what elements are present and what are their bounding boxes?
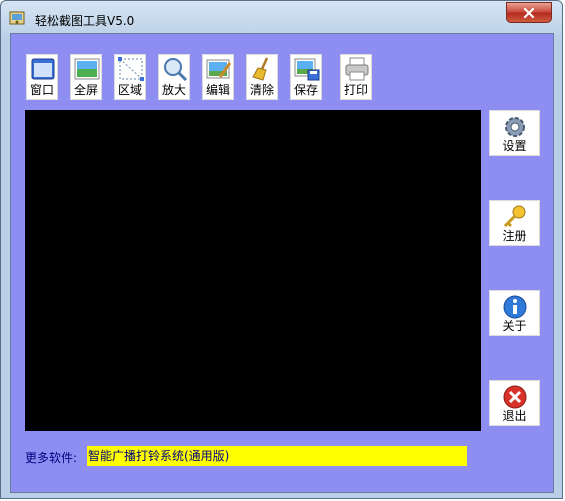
region-capture-label: 区域: [117, 83, 142, 97]
exit-label: 退出: [502, 409, 527, 423]
clear-label: 清除: [249, 83, 274, 97]
main-panel: 窗口 全屏 区域 放大 编辑 清除 保存 打印 设置 注册 关于 退出 更多软件…: [10, 33, 554, 493]
save-image-icon: [294, 58, 320, 81]
fullscreen-icon: [74, 58, 100, 80]
edit-image-icon: [206, 59, 232, 79]
window-capture-button[interactable]: 窗口: [26, 54, 58, 100]
fullscreen-capture-button[interactable]: 全屏: [70, 54, 102, 100]
settings-label: 设置: [502, 139, 527, 153]
edit-label: 编辑: [205, 83, 230, 97]
app-icon: [9, 11, 25, 25]
window-capture-label: 窗口: [29, 83, 54, 97]
about-button[interactable]: 关于: [489, 290, 540, 336]
capture-preview-area[interactable]: [25, 110, 481, 431]
fullscreen-capture-label: 全屏: [73, 83, 98, 97]
print-label: 打印: [343, 83, 368, 97]
magnifier-icon: [164, 58, 188, 81]
broom-icon: [252, 57, 269, 81]
more-software-label: 更多软件:: [25, 451, 78, 465]
close-button[interactable]: [506, 2, 552, 23]
toolbar: 窗口 全屏 区域 放大 编辑 清除 保存 打印: [11, 34, 553, 104]
edit-button[interactable]: 编辑: [202, 54, 234, 100]
region-icon: [118, 57, 144, 81]
close-icon: [523, 7, 535, 18]
window-icon: [31, 58, 55, 80]
title-bar[interactable]: 轻松截图工具V5.0: [1, 1, 562, 33]
register-label: 注册: [502, 229, 527, 243]
zoom-button[interactable]: 放大: [158, 54, 190, 100]
save-label: 保存: [293, 83, 318, 97]
register-button[interactable]: 注册: [489, 200, 540, 246]
zoom-label: 放大: [161, 83, 186, 97]
exit-button[interactable]: 退出: [489, 380, 540, 426]
clear-button[interactable]: 清除: [246, 54, 278, 100]
window-title: 轻松截图工具V5.0: [35, 14, 135, 28]
settings-button[interactable]: 设置: [489, 110, 540, 156]
region-capture-button[interactable]: 区域: [114, 54, 146, 100]
print-button[interactable]: 打印: [340, 54, 372, 100]
printer-icon: [345, 57, 369, 81]
app-window: 轻松截图工具V5.0 窗口 全屏 区域 放大 编辑 清除 保存 打印 设置 注册…: [0, 0, 563, 499]
more-software-link[interactable]: 智能广播打铃系统(通用版): [87, 446, 467, 466]
about-label: 关于: [502, 319, 527, 333]
save-button[interactable]: 保存: [290, 54, 322, 100]
